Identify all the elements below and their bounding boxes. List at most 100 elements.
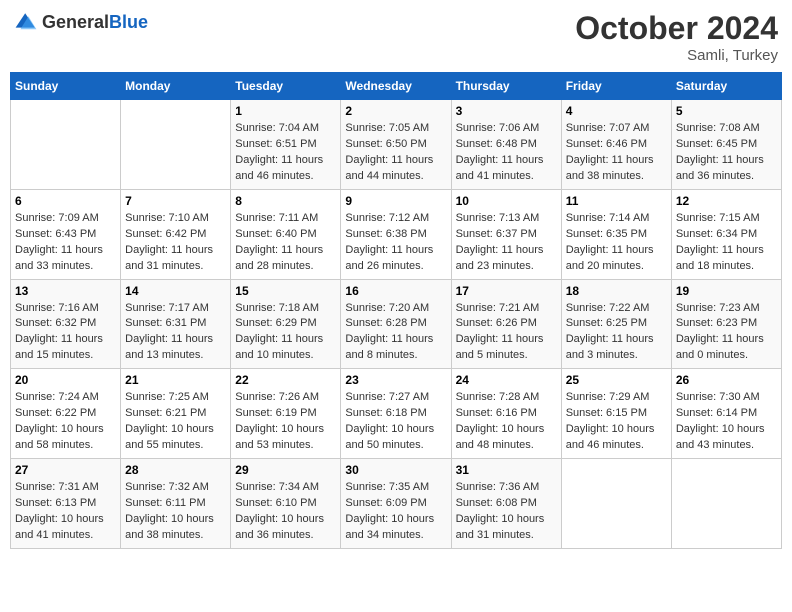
calendar-cell: 9Sunrise: 7:12 AMSunset: 6:38 PMDaylight… (341, 189, 451, 279)
day-info-line: Sunset: 6:10 PM (235, 497, 316, 509)
calendar-cell: 23Sunrise: 7:27 AMSunset: 6:18 PMDayligh… (341, 369, 451, 459)
day-info-line: Sunrise: 7:13 AM (456, 212, 540, 224)
calendar-cell: 15Sunrise: 7:18 AMSunset: 6:29 PMDayligh… (231, 279, 341, 369)
day-number: 26 (676, 373, 777, 387)
day-info-line: Daylight: 11 hours and 8 minutes. (345, 333, 433, 361)
day-info-line: Daylight: 11 hours and 26 minutes. (345, 244, 433, 272)
weekday-header-sunday: Sunday (11, 73, 121, 100)
location-subtitle: Samli, Turkey (575, 47, 778, 64)
day-info-line: Sunrise: 7:31 AM (15, 481, 99, 493)
calendar-week-row: 20 Sunrise: 7:24 AMSunset: 6:22 PMDayligh… (11, 369, 782, 459)
calendar-cell: 31Sunrise: 7:36 AMSunset: 6:08 PMDayligh… (451, 459, 561, 549)
day-number: 17 (456, 284, 557, 298)
day-info-line: Sunrise: 7:30 AM (676, 391, 760, 403)
day-info-line: Daylight: 11 hours and 20 minutes. (566, 244, 654, 272)
day-number: 20 (15, 373, 116, 387)
day-number: 4 (566, 104, 667, 118)
calendar-cell: 6 Sunrise: 7:09 AMSunset: 6:43 PMDaylight… (11, 189, 121, 279)
day-number: 14 (125, 284, 226, 298)
day-info: Sunrise: 7:32 AMSunset: 6:11 PMDaylight:… (125, 480, 226, 544)
day-info-line: Sunset: 6:21 PM (125, 407, 206, 419)
day-number: 16 (345, 284, 446, 298)
calendar-week-row: 6 Sunrise: 7:09 AMSunset: 6:43 PMDaylight… (11, 189, 782, 279)
logo-text-blue: Blue (109, 12, 148, 32)
day-number: 30 (345, 463, 446, 477)
day-info-line: Sunrise: 7:07 AM (566, 122, 650, 134)
day-number: 31 (456, 463, 557, 477)
weekday-header-friday: Friday (561, 73, 671, 100)
day-info-line: Daylight: 10 hours and 36 minutes. (235, 513, 324, 541)
day-info-line: Sunset: 6:22 PM (15, 407, 96, 419)
day-info-line: Daylight: 11 hours and 28 minutes. (235, 244, 323, 272)
calendar-cell: 19Sunrise: 7:23 AMSunset: 6:23 PMDayligh… (671, 279, 781, 369)
weekday-header-monday: Monday (121, 73, 231, 100)
day-info-line: Sunrise: 7:22 AM (566, 302, 650, 314)
day-info-line: Sunset: 6:25 PM (566, 317, 647, 329)
calendar-header-row: SundayMondayTuesdayWednesdayThursdayFrid… (11, 73, 782, 100)
logo: GeneralBlue (14, 10, 148, 34)
day-info: Sunrise: 7:11 AMSunset: 6:40 PMDaylight:… (235, 211, 336, 275)
calendar-cell: 22Sunrise: 7:26 AMSunset: 6:19 PMDayligh… (231, 369, 341, 459)
calendar-cell: 13Sunrise: 7:16 AMSunset: 6:32 PMDayligh… (11, 279, 121, 369)
day-info: Sunrise: 7:22 AMSunset: 6:25 PMDaylight:… (566, 301, 667, 365)
day-info-line: Sunset: 6:48 PM (456, 138, 537, 150)
logo-icon (14, 10, 38, 34)
day-info: Sunrise: 7:07 AMSunset: 6:46 PMDaylight:… (566, 121, 667, 185)
day-info-line: Sunset: 6:46 PM (566, 138, 647, 150)
day-info: Sunrise: 7:24 AMSunset: 6:22 PMDaylight:… (15, 390, 116, 454)
day-info: Sunrise: 7:13 AMSunset: 6:37 PMDaylight:… (456, 211, 557, 275)
day-info-line: Daylight: 11 hours and 18 minutes. (676, 244, 764, 272)
title-block: October 2024 Samli, Turkey (575, 10, 778, 64)
day-number: 6 (15, 194, 116, 208)
day-info-line: Sunrise: 7:15 AM (676, 212, 760, 224)
day-number: 8 (235, 194, 336, 208)
day-info-line: Sunrise: 7:17 AM (125, 302, 209, 314)
day-info-line: Sunset: 6:29 PM (235, 317, 316, 329)
logo-text-general: General (42, 12, 109, 32)
day-info-line: Sunset: 6:45 PM (676, 138, 757, 150)
day-info-line: Sunrise: 7:16 AM (15, 302, 99, 314)
weekday-header-thursday: Thursday (451, 73, 561, 100)
calendar-cell: 4Sunrise: 7:07 AMSunset: 6:46 PMDaylight… (561, 100, 671, 190)
day-info-line: Daylight: 10 hours and 53 minutes. (235, 423, 324, 451)
day-info: Sunrise: 7:14 AMSunset: 6:35 PMDaylight:… (566, 211, 667, 275)
day-info-line: Daylight: 10 hours and 38 minutes. (125, 513, 214, 541)
day-info-line: Sunrise: 7:28 AM (456, 391, 540, 403)
calendar-week-row: 1Sunrise: 7:04 AMSunset: 6:51 PMDaylight… (11, 100, 782, 190)
day-info-line: Sunrise: 7:05 AM (345, 122, 429, 134)
calendar-cell: 29Sunrise: 7:34 AMSunset: 6:10 PMDayligh… (231, 459, 341, 549)
calendar-cell: 1Sunrise: 7:04 AMSunset: 6:51 PMDaylight… (231, 100, 341, 190)
day-number: 18 (566, 284, 667, 298)
day-info-line: Sunrise: 7:36 AM (456, 481, 540, 493)
calendar-cell: 14Sunrise: 7:17 AMSunset: 6:31 PMDayligh… (121, 279, 231, 369)
day-number: 12 (676, 194, 777, 208)
day-info-line: Sunset: 6:31 PM (125, 317, 206, 329)
day-info: Sunrise: 7:21 AMSunset: 6:26 PMDaylight:… (456, 301, 557, 365)
day-info: Sunrise: 7:27 AMSunset: 6:18 PMDaylight:… (345, 390, 446, 454)
day-info-line: Daylight: 11 hours and 31 minutes. (125, 244, 213, 272)
day-info: Sunrise: 7:29 AMSunset: 6:15 PMDaylight:… (566, 390, 667, 454)
day-number: 24 (456, 373, 557, 387)
day-info-line: Sunset: 6:18 PM (345, 407, 426, 419)
day-info-line: Sunset: 6:28 PM (345, 317, 426, 329)
day-info-line: Daylight: 10 hours and 50 minutes. (345, 423, 434, 451)
day-info-line: Sunrise: 7:09 AM (15, 212, 99, 224)
day-info-line: Daylight: 10 hours and 34 minutes. (345, 513, 434, 541)
day-info-line: Daylight: 10 hours and 31 minutes. (456, 513, 545, 541)
day-info-line: Sunrise: 7:10 AM (125, 212, 209, 224)
calendar-cell: 12Sunrise: 7:15 AMSunset: 6:34 PMDayligh… (671, 189, 781, 279)
day-info: Sunrise: 7:34 AM Sunset: 6:10 PM Daylight:… (235, 480, 336, 544)
month-title: October 2024 (575, 10, 778, 47)
day-number: 11 (566, 194, 667, 208)
day-info: Sunrise: 7:30 AMSunset: 6:14 PMDaylight:… (676, 390, 777, 454)
day-info-line: Sunrise: 7:34 AM (235, 481, 319, 493)
calendar-cell: 25Sunrise: 7:29 AMSunset: 6:15 PMDayligh… (561, 369, 671, 459)
day-info-line: Sunrise: 7:06 AM (456, 122, 540, 134)
day-info-line: Sunset: 6:15 PM (566, 407, 647, 419)
day-info: Sunrise: 7:17 AMSunset: 6:31 PMDaylight:… (125, 301, 226, 365)
day-info: Sunrise: 7:09 AMSunset: 6:43 PMDaylight:… (15, 211, 116, 275)
day-info-line: Sunrise: 7:20 AM (345, 302, 429, 314)
day-info: Sunrise: 7:31 AMSunset: 6:13 PMDaylight:… (15, 480, 116, 544)
calendar-week-row: 13Sunrise: 7:16 AMSunset: 6:32 PMDayligh… (11, 279, 782, 369)
day-info-line: Sunset: 6:51 PM (235, 138, 316, 150)
